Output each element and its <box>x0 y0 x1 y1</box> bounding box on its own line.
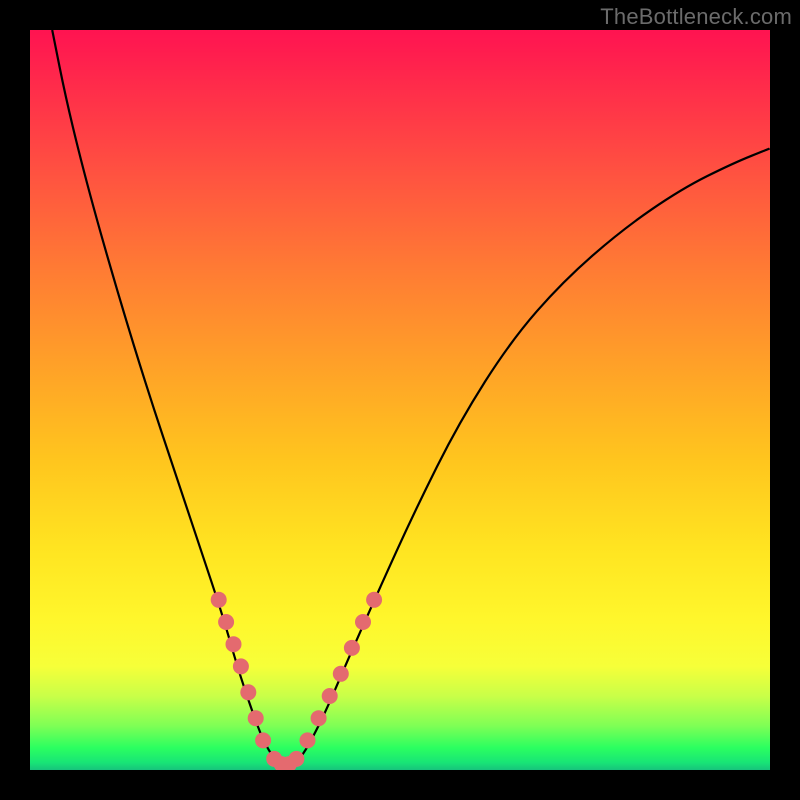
highlight-dot <box>240 684 256 700</box>
highlight-dot <box>311 710 327 726</box>
highlight-dot <box>300 732 316 748</box>
watermark-text: TheBottleneck.com <box>600 4 792 30</box>
highlight-dot <box>248 710 264 726</box>
highlight-dot <box>333 666 349 682</box>
bottleneck-curve <box>52 30 770 766</box>
highlight-dot <box>233 658 249 674</box>
highlight-dot <box>211 592 227 608</box>
highlight-dot <box>218 614 234 630</box>
highlight-dot <box>288 751 304 767</box>
highlight-dot <box>366 592 382 608</box>
plot-area <box>30 30 770 770</box>
highlight-dots-group <box>211 592 382 770</box>
highlight-dot <box>322 688 338 704</box>
highlight-dot <box>344 640 360 656</box>
highlight-dot <box>255 732 271 748</box>
highlight-dot <box>226 636 242 652</box>
chart-svg <box>30 30 770 770</box>
chart-frame: TheBottleneck.com <box>0 0 800 800</box>
highlight-dot <box>355 614 371 630</box>
